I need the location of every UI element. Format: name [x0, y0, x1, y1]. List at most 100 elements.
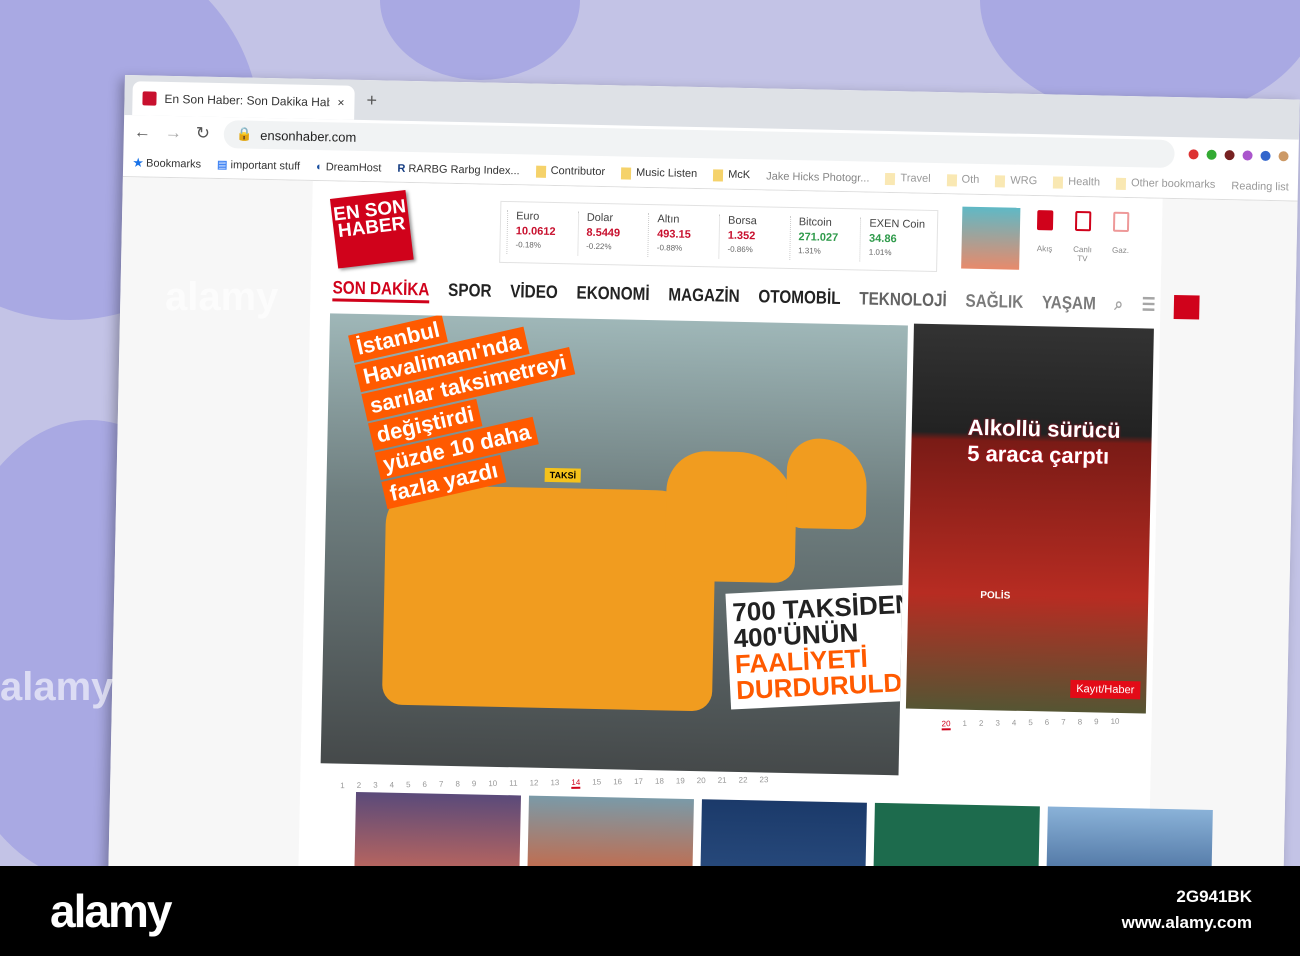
bookmark-travel[interactable]: Travel	[885, 172, 931, 185]
page-dot[interactable]: 10	[488, 779, 497, 790]
new-tab-button[interactable]: +	[366, 90, 377, 111]
page-dot[interactable]: 10	[1111, 717, 1120, 728]
market-ticker: Euro 10.0612 -0.18% Dolar 8.5449 -0.22% Altı…	[499, 200, 939, 273]
page-dot[interactable]: 14	[571, 777, 581, 789]
page-dot[interactable]: 3	[373, 781, 378, 792]
menu-icon[interactable]: ☰	[1142, 294, 1156, 318]
bookmark-health[interactable]: Health	[1053, 176, 1100, 189]
page-dot[interactable]: 3	[995, 719, 1000, 730]
site-favicon-icon	[142, 91, 157, 106]
page-dot[interactable]: 15	[592, 777, 601, 788]
page-dot[interactable]: 7	[439, 780, 444, 791]
page-dot[interactable]: 4	[390, 780, 395, 791]
newspaper-icon	[1112, 211, 1130, 233]
news-site: EN SON HABER Euro 10.0612 -0.18% Dolar 8.54…	[298, 180, 1213, 900]
nav-saglik[interactable]: SAĞLIK	[965, 291, 1023, 316]
page-dot[interactable]: 7	[1061, 718, 1066, 729]
side-news-slide[interactable]: Alkollü sürücü 5 araca çarptı POLİS Kayıt…	[905, 323, 1154, 714]
watermark: alamy	[165, 275, 279, 319]
nav-yasam[interactable]: YAŞAM	[1042, 292, 1096, 317]
bookmark-jake-hicks[interactable]: Jake Hicks Photogr...	[766, 170, 870, 184]
extension-icon[interactable]	[1188, 149, 1199, 160]
browser-tab[interactable]: En Son Haber: Son Dakika Haber ×	[132, 81, 355, 120]
nav-magazin[interactable]: MAGAZİN	[668, 284, 740, 309]
page-dot[interactable]: 23	[759, 775, 768, 786]
ticker-dolar[interactable]: Dolar 8.5449 -0.22%	[576, 211, 649, 257]
side-headline: Alkollü sürücü 5 araca çarptı	[967, 414, 1121, 469]
page-dot[interactable]: 5	[1028, 718, 1033, 729]
page-dot[interactable]: 12	[529, 778, 538, 789]
page-dot[interactable]: 9	[472, 779, 477, 790]
nav-son-dakika[interactable]: SON DAKİKA	[332, 277, 430, 304]
bookmark-wrg[interactable]: WRG	[995, 174, 1037, 188]
image-credit: 2G941BK www.alamy.com	[1121, 887, 1252, 932]
hero-pagination: 1 2 3 4 5 6 7 8 9 10 11 12 13 14 15 16 17 18 19 20 21 22 23	[340, 775, 768, 792]
bookmark-contributor[interactable]: Contributor	[535, 165, 605, 179]
page-dot[interactable]: 22	[739, 775, 748, 786]
page-dot[interactable]: 18	[655, 777, 664, 788]
tab-title: En Son Haber: Son Dakika Haber	[164, 91, 330, 110]
page-dot[interactable]: 21	[718, 776, 727, 787]
ticker-bitcoin[interactable]: Bitcoin 271.027 1.31%	[788, 215, 861, 262]
nav-video[interactable]: VİDEO	[510, 281, 558, 306]
page-dot[interactable]: 6	[422, 780, 427, 791]
side-pagination: 20 1 2 3 4 5 6 7 8 9 10	[941, 717, 1120, 731]
page-dot[interactable]: 4	[1012, 718, 1017, 729]
nav-teknoloji[interactable]: TEKNOLOJİ	[859, 288, 947, 314]
page-dot[interactable]: 1	[340, 781, 345, 792]
page-dot[interactable]: 2	[357, 781, 362, 792]
page-dot[interactable]: 13	[550, 778, 559, 789]
ticker-borsa[interactable]: Borsa 1.352 -0.86%	[718, 214, 790, 260]
nav-otomobil[interactable]: OTOMOBİL	[758, 286, 841, 312]
reload-icon[interactable]: ↻	[196, 123, 211, 143]
bookmark-rarbg[interactable]: R RARBG Rarbg Index...	[397, 162, 520, 177]
reading-list[interactable]: Reading list	[1231, 180, 1289, 193]
ticker-altin[interactable]: Altın 493.15 -0.88%	[647, 212, 720, 259]
page-dot[interactable]: 16	[613, 777, 622, 788]
bookmark-other[interactable]: Other bookmarks	[1115, 177, 1215, 191]
profile-avatar[interactable]	[1278, 151, 1289, 162]
extension-icon[interactable]	[1242, 150, 1253, 161]
page-dot[interactable]: 6	[1045, 718, 1050, 729]
ticker-exen-coin[interactable]: EXEN Coin 34.86 1.01%	[859, 217, 932, 263]
bookmark-oth[interactable]: Oth	[946, 173, 979, 187]
page-dot[interactable]: 20	[697, 776, 706, 787]
bookmark-dreamhost[interactable]: ◐ DreamHost	[316, 161, 382, 174]
page-dot[interactable]: 17	[634, 777, 643, 788]
ticker-euro[interactable]: Euro 10.0612 -0.18%	[506, 210, 578, 256]
extension-icon[interactable]	[1224, 150, 1235, 161]
bookmark-music-listen[interactable]: Music Listen	[620, 166, 697, 181]
hero-news-slide[interactable]: TAKSİ İstanbul Havalimanı'nda sarılar taks…	[320, 313, 908, 776]
search-icon[interactable]: ⌕	[1114, 294, 1123, 318]
page-dot[interactable]: 11	[509, 779, 517, 790]
bookmark-important-stuff[interactable]: ▤ important stuff	[217, 158, 300, 173]
nav-ekonomi[interactable]: EKONOMİ	[576, 283, 650, 309]
back-icon[interactable]: ←	[134, 122, 151, 142]
live-tv-button[interactable]: Canlı TV	[1067, 210, 1098, 264]
browser-window: En Son Haber: Son Dakika Haber × + ← → ↻…	[108, 75, 1300, 900]
page-dot[interactable]: 1	[962, 719, 967, 730]
page-dot[interactable]: 8	[1078, 717, 1083, 728]
page-dot[interactable]: 19	[676, 776, 685, 787]
tv-icon	[1074, 210, 1092, 232]
page-dot[interactable]: 2	[979, 719, 984, 730]
live-tv-badge[interactable]	[1173, 295, 1200, 320]
forward-icon[interactable]: →	[165, 123, 182, 143]
page-dot[interactable]: 8	[455, 779, 460, 790]
site-logo[interactable]: EN SON HABER	[329, 189, 414, 269]
page-viewport: EN SON HABER Euro 10.0612 -0.18% Dolar 8.54…	[108, 176, 1298, 900]
nav-spor[interactable]: SPOR	[448, 280, 492, 305]
police-label: POLİS	[980, 590, 1011, 602]
close-tab-icon[interactable]: ×	[337, 95, 344, 109]
bookmark-bookmarks[interactable]: ★ Bookmarks	[133, 156, 201, 170]
page-dot[interactable]: 5	[406, 780, 411, 791]
promo-banner[interactable]	[961, 206, 1021, 270]
page-dot[interactable]: 20	[941, 719, 951, 731]
akis-button[interactable]: Akış	[1029, 210, 1060, 254]
newspaper-button[interactable]: Gaz.	[1105, 211, 1136, 256]
extension-icon[interactable]	[1260, 150, 1271, 162]
extension-icon[interactable]	[1206, 149, 1217, 160]
bookmark-mck[interactable]: McK	[713, 168, 750, 182]
lock-icon: 🔒	[235, 126, 253, 142]
page-dot[interactable]: 9	[1094, 717, 1099, 728]
